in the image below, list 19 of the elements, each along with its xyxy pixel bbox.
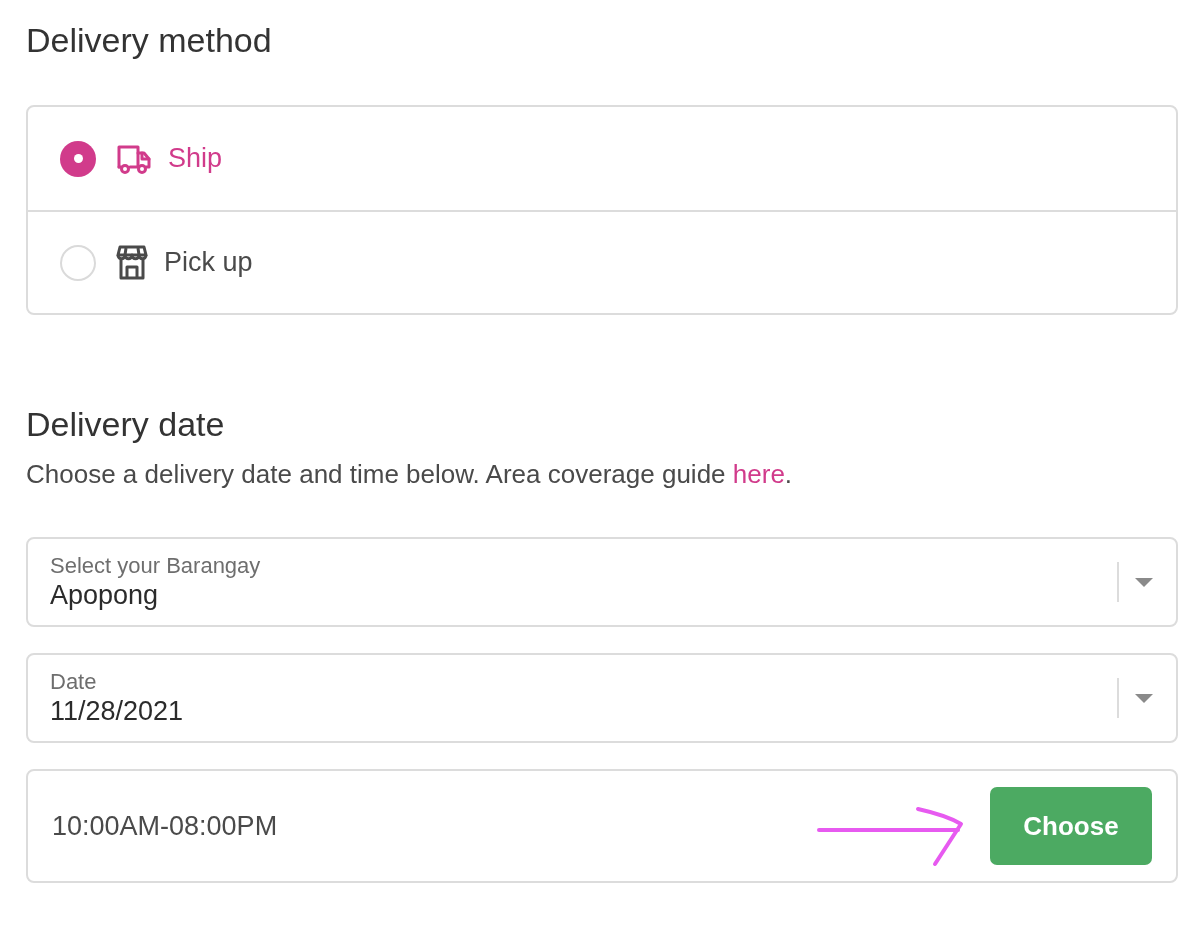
radio-button[interactable] [60, 244, 96, 281]
section-heading: Delivery method [26, 20, 272, 60]
field-value: 11/28/2021 [50, 695, 184, 727]
field-label: Date [50, 669, 97, 695]
radio-button[interactable] [60, 140, 96, 177]
select-field[interactable]: Select your Barangay Apopong [26, 537, 1178, 627]
select-field[interactable]: Date 11/28/2021 [26, 653, 1178, 743]
time-slot-text: 10:00AM-08:00PM [52, 809, 278, 843]
storefront-icon [116, 244, 148, 281]
field-label: Select your Barangay [50, 553, 261, 579]
description-text: Choose a delivery date and time below. Area coverage guide here. [26, 458, 793, 490]
section-heading: Delivery date [26, 404, 225, 444]
delivery-option[interactable]: Ship [28, 107, 1176, 210]
field-value: Apopong [50, 579, 159, 611]
caret-icon [1135, 693, 1153, 703]
arrow-icon [816, 805, 964, 867]
delivery-option[interactable]: Pick up [28, 210, 1176, 313]
coverage-guide-link[interactable]: here [732, 459, 785, 489]
caret-icon [1135, 577, 1153, 587]
